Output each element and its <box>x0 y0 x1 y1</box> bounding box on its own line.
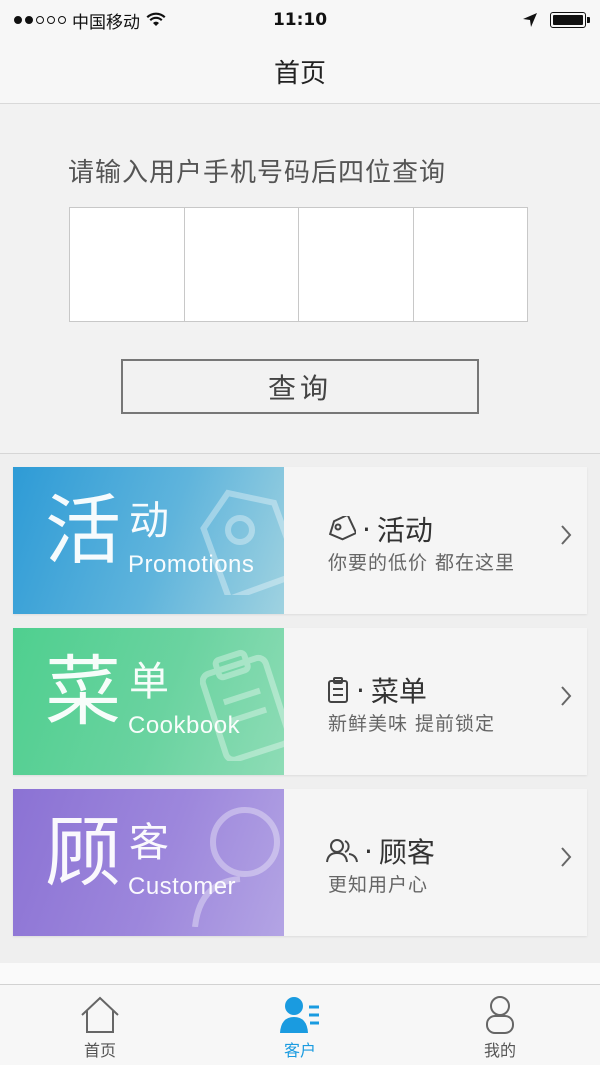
card-title-row: · 活动 <box>326 509 433 549</box>
phone-digit-inputs <box>69 207 528 322</box>
digit-input-4[interactable] <box>413 208 527 321</box>
banner-big-char: 顾 <box>45 808 121 897</box>
tag-icon <box>328 516 356 541</box>
banner-big-char: 菜 <box>45 647 121 736</box>
query-prompt: 请输入用户手机号码后四位查询 <box>68 158 447 188</box>
title-separator: · <box>362 512 371 546</box>
title-separator: · <box>356 673 365 707</box>
card-subtitle: 新鲜美味 提前锁定 <box>328 713 496 735</box>
carrier-name: 中国移动 <box>72 12 140 33</box>
status-right <box>522 12 590 28</box>
location-arrow-icon <box>523 13 537 27</box>
promotions-card[interactable]: 活 动 Promotions · 活动 你要的低价 都在这里 <box>13 467 587 614</box>
signal-dot <box>25 16 33 24</box>
tab-home[interactable]: 首页 <box>0 985 200 1065</box>
users-icon <box>326 839 358 863</box>
signal-dot <box>36 16 44 24</box>
card-title: 菜单 <box>370 675 427 708</box>
navigation-bar: 首页 <box>0 40 600 104</box>
promotions-info: · 活动 你要的低价 都在这里 <box>284 467 587 614</box>
status-left: 中国移动 <box>14 8 166 33</box>
digit-input-2[interactable] <box>184 208 299 321</box>
banner-english-label: Promotions <box>128 551 255 578</box>
customer-icon <box>280 997 319 1033</box>
clipboard-watermark-icon <box>200 649 284 761</box>
digit-input-3[interactable] <box>299 208 414 321</box>
status-bar: 中国移动 11:10 <box>0 0 600 40</box>
card-subtitle: 你要的低价 都在这里 <box>328 552 516 574</box>
page-title: 首页 <box>273 59 326 89</box>
banner-english-label: Customer <box>128 873 237 900</box>
card-title: 活动 <box>376 514 433 547</box>
banner-big-char: 活 <box>45 486 121 575</box>
cookbook-card[interactable]: 菜 单 Cookbook · 菜单 新鲜美味 提前锁定 <box>13 628 587 775</box>
query-button[interactable]: 查询 <box>121 359 479 414</box>
content-footer-spacer <box>0 963 600 984</box>
home-icon <box>81 996 119 1033</box>
cookbook-banner: 菜 单 Cookbook <box>13 628 284 775</box>
title-separator: · <box>364 834 373 868</box>
signal-dot <box>58 16 66 24</box>
card-subtitle: 更知用户心 <box>328 874 429 896</box>
customer-banner: 顾 客 Customer <box>13 789 284 936</box>
signal-dot <box>47 16 55 24</box>
banner-english-label: Cookbook <box>128 712 241 739</box>
battery-level <box>553 15 583 25</box>
banner-small-char: 客 <box>129 820 169 866</box>
digit-input-1[interactable] <box>70 208 185 321</box>
customer-card[interactable]: 顾 客 Customer · 顾客 更知用户心 <box>13 789 587 936</box>
tab-profile[interactable]: 我的 <box>400 985 600 1065</box>
cookbook-info: · 菜单 新鲜美味 提前锁定 <box>284 628 587 775</box>
tab-bar: 首页 客户 我的 <box>0 984 600 1065</box>
clipboard-icon <box>328 677 348 703</box>
signal-dot <box>14 16 22 24</box>
card-title: 顾客 <box>378 836 435 869</box>
chevron-right-icon <box>561 686 572 706</box>
phone-query-section: 请输入用户手机号码后四位查询 查询 <box>0 104 600 454</box>
battery-icon <box>550 12 590 28</box>
person-watermark-icon <box>192 807 280 927</box>
tab-customer[interactable]: 客户 <box>200 985 400 1065</box>
promotions-banner: 活 动 Promotions <box>13 467 284 614</box>
card-title-row: · 顾客 <box>326 831 435 871</box>
banner-small-char: 单 <box>129 659 169 705</box>
wifi-icon <box>146 12 166 26</box>
banner-small-char: 动 <box>129 498 169 544</box>
signal-strength-icon <box>14 16 66 24</box>
tab-label: 我的 <box>483 1041 516 1060</box>
profile-icon <box>486 996 514 1034</box>
card-title-row: · 菜单 <box>326 670 427 710</box>
chevron-right-icon <box>561 847 572 867</box>
tab-label: 客户 <box>283 1041 316 1060</box>
status-time: 11:10 <box>272 10 328 30</box>
chevron-right-icon <box>561 525 572 545</box>
tag-watermark-icon <box>200 489 284 595</box>
tab-label: 首页 <box>83 1041 116 1060</box>
customer-info: · 顾客 更知用户心 <box>284 789 587 936</box>
